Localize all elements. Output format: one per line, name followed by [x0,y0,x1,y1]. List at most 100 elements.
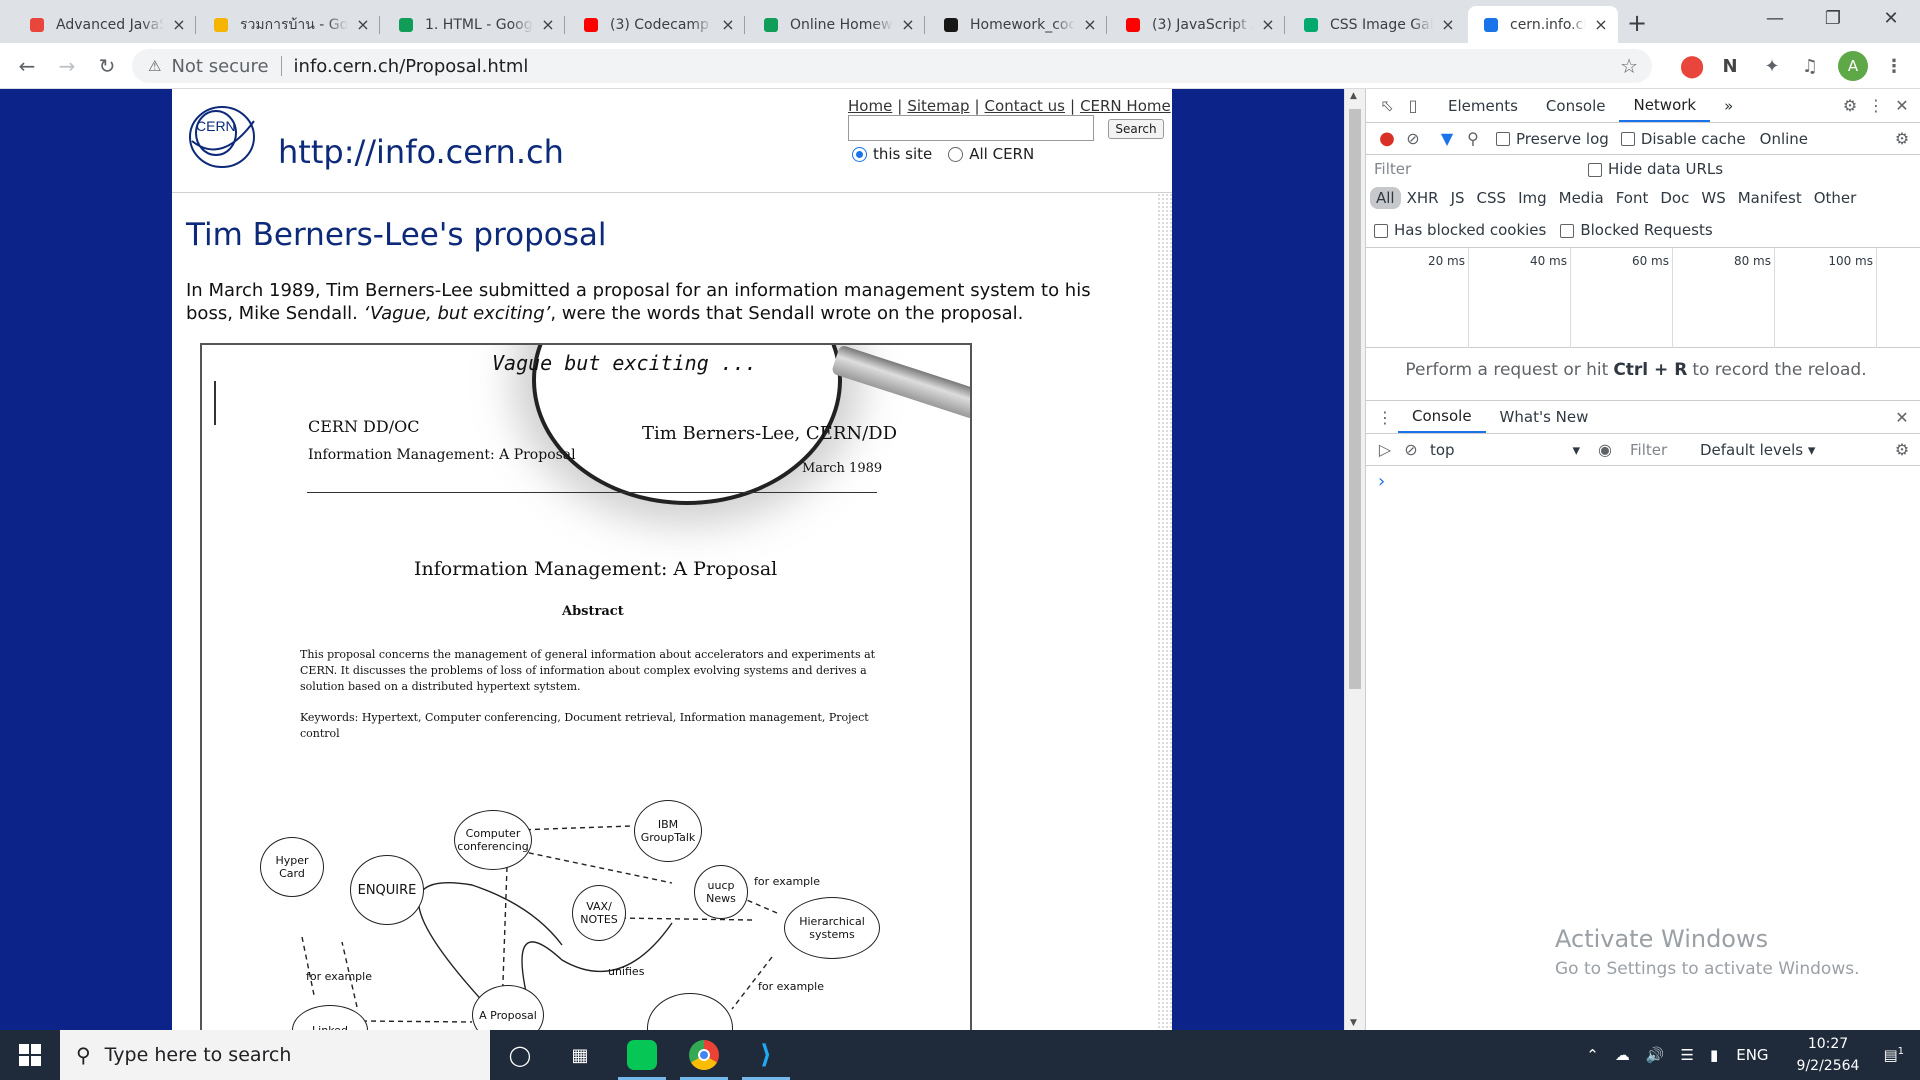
hide-data-urls-checkbox[interactable]: Hide data URLs [1588,160,1723,178]
tab-close-icon[interactable]: × [719,15,737,34]
page-scrollbar[interactable]: ▲ ▼ [1344,89,1365,1030]
tab-close-icon[interactable]: × [1439,15,1457,34]
browser-tab[interactable]: cern.info.ch - Tim Berners-Lee × [1468,6,1618,43]
browser-tab[interactable]: 1. HTML - Google Sheets × [383,6,565,43]
cern-logo-icon[interactable]: CERN [186,101,258,173]
line-icon[interactable] [614,1030,670,1080]
inspect-element-icon[interactable]: ⬁ [1374,93,1400,119]
context-select[interactable]: top ▾ [1430,441,1580,459]
browser-tab[interactable]: Advanced JavaScript × [14,6,196,43]
filter-css[interactable]: CSS [1471,187,1513,209]
tab-close-icon[interactable]: × [1081,15,1099,34]
page-scroll-thumb[interactable] [1349,109,1361,689]
filter-all[interactable]: All [1370,187,1401,209]
filter-other[interactable]: Other [1808,187,1863,209]
filter-img[interactable]: Img [1512,187,1553,209]
battery-icon[interactable]: ▮ [1710,1046,1718,1064]
volume-icon[interactable]: 🔊 [1646,1046,1665,1064]
url-text[interactable]: info.cern.ch/Proposal.html [294,56,529,77]
network-settings-icon[interactable]: ⚙ [1889,126,1915,152]
clock[interactable]: 10:27 9/2/2564 [1797,1033,1860,1077]
filter-xhr[interactable]: XHR [1401,187,1445,209]
blocked-requests-checkbox[interactable]: Blocked Requests [1560,221,1713,239]
reload-button[interactable]: ↻ [92,51,122,81]
media-control-icon[interactable]: ♫ [1796,52,1824,80]
home-link[interactable]: Home [848,97,892,115]
all-cern-radio[interactable] [948,146,964,162]
close-devtools-icon[interactable]: ✕ [1889,93,1915,119]
filter-ws[interactable]: WS [1695,187,1731,209]
browser-tab[interactable]: (3) JavaScript Array × [1110,6,1285,43]
site-search-input[interactable] [848,115,1094,141]
settings-gear-icon[interactable]: ⚙ [1837,93,1863,119]
device-toolbar-icon[interactable]: ▯ [1400,93,1426,119]
tab-close-icon[interactable]: × [899,15,917,34]
record-button-icon[interactable]: ● [1374,126,1400,152]
console-prompt[interactable]: › [1378,471,1385,492]
sitemap-link[interactable]: Sitemap [907,97,969,115]
bookmark-star-icon[interactable]: ☆ [1620,54,1638,78]
site-url-heading[interactable]: http://info.cern.ch [278,133,564,171]
scroll-up-arrow-icon[interactable]: ▲ [1350,91,1357,101]
chrome-menu-icon[interactable]: ⋮ [1880,52,1908,80]
profile-avatar[interactable]: A [1838,51,1868,81]
disable-cache-checkbox[interactable]: Disable cache [1620,130,1746,148]
tab-network[interactable]: Network [1619,89,1711,122]
filter-font[interactable]: Font [1610,187,1655,209]
forward-button[interactable]: → [52,51,82,81]
back-button[interactable]: ← [12,51,42,81]
tab-close-icon[interactable]: × [170,15,188,34]
minimize-button[interactable]: — [1746,0,1804,36]
chrome-icon[interactable] [676,1030,732,1080]
browser-tab[interactable]: (3) Codecamp #7 × [568,6,745,43]
browser-tab[interactable]: Online Homework × [748,6,925,43]
cortana-icon[interactable]: ◯ [492,1030,548,1080]
extensions-puzzle-icon[interactable]: ✦ [1758,52,1786,80]
task-view-icon[interactable]: ▦ [552,1030,608,1080]
console-settings-icon[interactable]: ⚙ [1889,437,1915,463]
language-indicator[interactable]: ENG [1736,1046,1768,1064]
search-button[interactable]: Search [1108,119,1164,139]
tab-close-icon[interactable]: × [354,15,372,34]
throttle-select[interactable]: Online [1760,130,1808,148]
search-icon[interactable]: ⚲ [1460,126,1486,152]
notion-extension-icon[interactable]: N [1716,52,1744,80]
drawer-tab-console[interactable]: Console [1398,401,1486,433]
browser-tab[interactable]: Homework_codecamp × [928,6,1107,43]
opera-adblock-icon[interactable]: ⬤ [1678,52,1706,80]
taskbar-search-placeholder[interactable]: Type here to search [105,1044,292,1066]
browser-tab[interactable]: CSS Image Gallery × [1288,6,1465,43]
wifi-icon[interactable]: ☰ [1681,1046,1694,1064]
start-button[interactable] [0,1030,60,1080]
tab-close-icon[interactable]: × [539,15,557,34]
onedrive-icon[interactable]: ☁ [1615,1046,1630,1064]
contact-link[interactable]: Contact us [985,97,1065,115]
tab-close-icon[interactable]: × [1592,15,1610,34]
tray-overflow-icon[interactable]: ⌃ [1586,1046,1599,1064]
live-expression-eye-icon[interactable]: ◉ [1592,437,1618,463]
network-filter-input[interactable]: Filter [1374,160,1574,178]
tab-close-icon[interactable]: × [1259,15,1277,34]
close-window-button[interactable]: ✕ [1862,0,1920,36]
more-tabs-button[interactable]: » [1710,89,1747,122]
taskbar-search[interactable]: ⚲ Type here to search [60,1030,490,1080]
network-timeline[interactable]: 20 ms 40 ms 60 ms 80 ms 100 ms [1366,248,1920,348]
new-tab-button[interactable]: + [1620,6,1654,40]
security-label[interactable]: Not secure [171,56,268,77]
log-levels-select[interactable]: Default levels ▾ [1700,441,1815,459]
console-filter-input[interactable]: Filter [1630,441,1690,459]
filter-media[interactable]: Media [1553,187,1610,209]
tab-console[interactable]: Console [1532,89,1620,122]
browser-tab[interactable]: รวมการบ้าน - Google Drive × [198,6,380,43]
address-bar[interactable]: ⚠ Not secure info.cern.ch/Proposal.html … [132,49,1652,83]
drawer-menu-icon[interactable]: ⋮ [1372,404,1398,430]
sidebar-toggle-icon[interactable]: ▷ [1372,437,1398,463]
has-blocked-cookies-checkbox[interactable]: Has blocked cookies [1374,221,1546,239]
scroll-down-arrow-icon[interactable]: ▼ [1350,1018,1357,1028]
filter-manifest[interactable]: Manifest [1732,187,1808,209]
preserve-log-checkbox[interactable]: Preserve log [1496,130,1609,148]
this-site-radio[interactable] [852,146,867,162]
maximize-button[interactable]: ❐ [1804,0,1862,36]
cern-home-link[interactable]: CERN Home [1080,97,1171,115]
tab-elements[interactable]: Elements [1434,89,1532,122]
